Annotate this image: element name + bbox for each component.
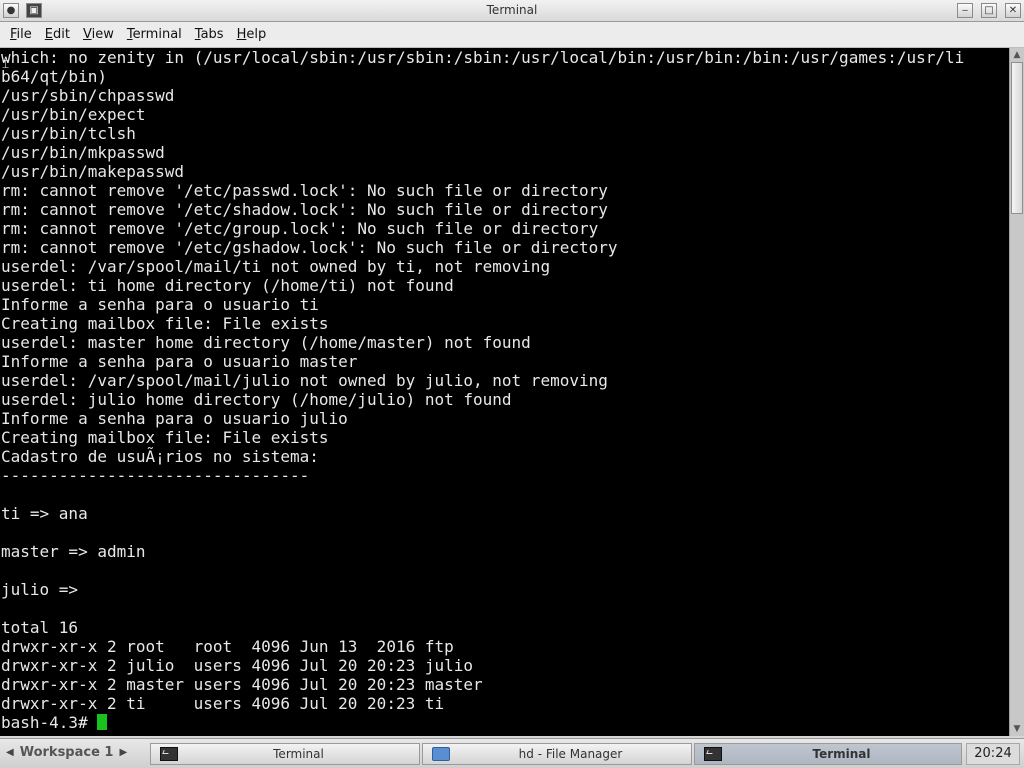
taskbar-item-label: Terminal bbox=[273, 747, 324, 761]
terminal-line: rm: cannot remove '/etc/passwd.lock': No… bbox=[1, 181, 608, 200]
taskbar-item-label: hd - File Manager bbox=[518, 747, 623, 761]
clock[interactable]: 20:24 bbox=[966, 743, 1020, 765]
terminal-line: Informe a senha para o usuario julio bbox=[1, 409, 348, 428]
scroll-down-arrow-icon[interactable]: ▼ bbox=[1010, 722, 1024, 736]
terminal-line: Informe a senha para o usuario ti bbox=[1, 295, 319, 314]
menu-file[interactable]: File bbox=[5, 27, 37, 42]
terminal-line: /usr/sbin/chpasswd bbox=[1, 86, 175, 105]
menu-help[interactable]: Help bbox=[232, 27, 272, 42]
shell-prompt: bash-4.3# bbox=[1, 713, 98, 732]
terminal-line: /usr/bin/expect bbox=[1, 105, 146, 124]
scrollbar-thumb[interactable] bbox=[1011, 62, 1023, 214]
terminal-line: Creating mailbox file: File exists bbox=[1, 314, 329, 333]
terminal-line: drwxr-xr-x 2 julio users 4096 Jul 20 20:… bbox=[1, 656, 474, 675]
terminal-line: rm: cannot remove '/etc/gshadow.lock': N… bbox=[1, 238, 618, 257]
terminal-line: julio => bbox=[1, 580, 79, 599]
maximize-button[interactable]: □ bbox=[981, 3, 997, 18]
menu-edit[interactable]: Edit bbox=[40, 27, 75, 42]
terminal-line: Creating mailbox file: File exists bbox=[1, 428, 329, 447]
terminal-icon bbox=[160, 747, 178, 761]
workspace-next-icon[interactable]: ▶ bbox=[119, 747, 127, 758]
terminal-line: which: no zenity in (/usr/local/sbin:/us… bbox=[1, 48, 965, 67]
terminal-line: total 16 bbox=[1, 618, 79, 637]
minimize-button[interactable]: ‒ bbox=[957, 3, 973, 18]
menu-tabs[interactable]: Tabs bbox=[190, 27, 229, 42]
taskbar-item-label: Terminal bbox=[812, 747, 871, 761]
terminal-line: userdel: master home directory (/home/ma… bbox=[1, 333, 531, 352]
terminal-line: -------------------------------- bbox=[1, 466, 310, 485]
terminal-line: userdel: /var/spool/mail/julio not owned… bbox=[1, 371, 608, 390]
menu-bar: File Edit View Terminal Tabs Help bbox=[0, 22, 1024, 48]
terminal-line: b64/qt/bin) bbox=[1, 67, 107, 86]
terminal-line: drwxr-xr-x 2 ti users 4096 Jul 20 20:23 … bbox=[1, 694, 445, 713]
workspace-prev-icon[interactable]: ◀ bbox=[6, 747, 14, 758]
terminal-line: userdel: julio home directory (/home/jul… bbox=[1, 390, 512, 409]
menu-view[interactable]: View bbox=[78, 27, 119, 42]
workspace-label: Workspace 1 bbox=[19, 745, 114, 760]
taskbar: ◀ Workspace 1 ▶ Terminal hd - File Manag… bbox=[0, 738, 1024, 768]
terminal-line: rm: cannot remove '/etc/shadow.lock': No… bbox=[1, 200, 608, 219]
taskbar-item-file-manager[interactable]: hd - File Manager bbox=[422, 743, 692, 765]
terminal-line: Informe a senha para o usuario master bbox=[1, 352, 358, 371]
terminal-line: master => admin bbox=[1, 542, 146, 561]
terminal-line: rm: cannot remove '/etc/group.lock': No … bbox=[1, 219, 599, 238]
terminal-line: drwxr-xr-x 2 master users 4096 Jul 20 20… bbox=[1, 675, 483, 694]
terminal-line: /usr/bin/tclsh bbox=[1, 124, 136, 143]
terminal-line: userdel: /var/spool/mail/ti not owned by… bbox=[1, 257, 551, 276]
terminal-line: Cadastro de usuÃ¡rios no sistema: bbox=[1, 447, 319, 466]
terminal-line: /usr/bin/makepasswd bbox=[1, 162, 185, 181]
text-cursor bbox=[97, 714, 108, 730]
terminal-output[interactable]: which: no zenity in (/usr/local/sbin:/us… bbox=[0, 48, 1009, 736]
terminal-scrollbar[interactable]: ▲ ▼ bbox=[1009, 48, 1024, 736]
workspace-switcher[interactable]: ◀ Workspace 1 ▶ bbox=[6, 745, 127, 760]
close-button[interactable]: ✕ bbox=[1005, 3, 1021, 18]
mouse-pointer-icon: ⌶ bbox=[2, 57, 10, 71]
terminal-line: drwxr-xr-x 2 root root 4096 Jun 13 2016 … bbox=[1, 637, 454, 656]
prompt-line[interactable]: bash-4.3# bbox=[0, 713, 1009, 732]
window-titlebar[interactable]: ● ▣ Terminal ‒ □ ✕ bbox=[0, 0, 1024, 22]
folder-icon bbox=[432, 747, 450, 761]
terminal-line: userdel: ti home directory (/home/ti) no… bbox=[1, 276, 454, 295]
taskbar-item-terminal-active[interactable]: Terminal bbox=[694, 743, 962, 765]
scroll-up-arrow-icon[interactable]: ▲ bbox=[1010, 48, 1024, 62]
terminal-icon bbox=[704, 747, 722, 761]
terminal-line: ti => ana bbox=[1, 504, 88, 523]
terminal-line: /usr/bin/mkpasswd bbox=[1, 143, 165, 162]
window-title: Terminal bbox=[486, 3, 538, 17]
menu-terminal[interactable]: Terminal bbox=[122, 27, 187, 42]
taskbar-item-terminal[interactable]: Terminal bbox=[150, 743, 420, 765]
